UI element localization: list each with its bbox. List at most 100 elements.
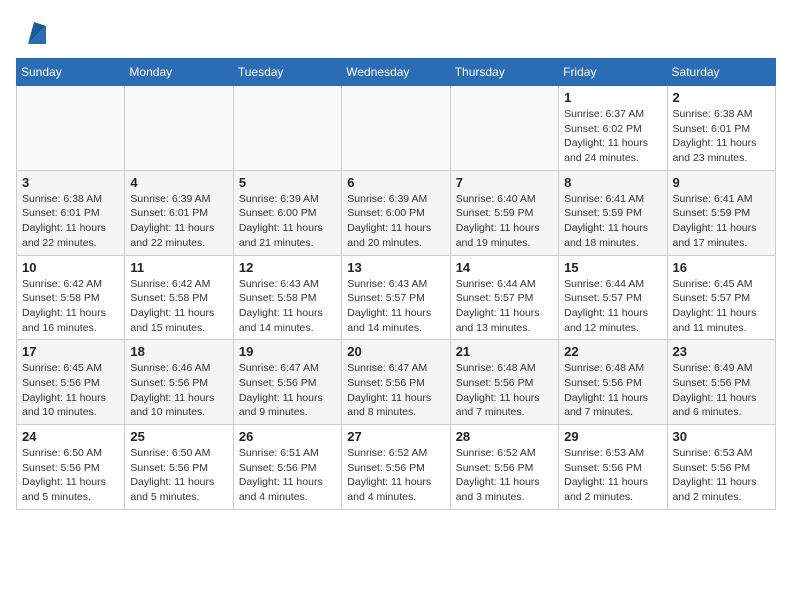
day-number: 12 (239, 260, 336, 275)
day-number: 6 (347, 175, 444, 190)
calendar-cell: 21 Sunrise: 6:48 AM Sunset: 5:56 PM Dayli… (450, 340, 558, 425)
day-info: Sunrise: 6:47 AM Sunset: 5:56 PM Dayligh… (239, 361, 336, 420)
calendar-cell: 13 Sunrise: 6:43 AM Sunset: 5:57 PM Dayli… (342, 255, 450, 340)
calendar-cell: 5 Sunrise: 6:39 AM Sunset: 6:00 PM Daylig… (233, 170, 341, 255)
calendar-week-row: 17 Sunrise: 6:45 AM Sunset: 5:56 PM Dayli… (17, 340, 776, 425)
calendar-table: SundayMondayTuesdayWednesdayThursdayFrid… (16, 58, 776, 510)
day-info: Sunrise: 6:44 AM Sunset: 5:57 PM Dayligh… (456, 277, 553, 336)
calendar-cell: 9 Sunrise: 6:41 AM Sunset: 5:59 PM Daylig… (667, 170, 775, 255)
day-number: 16 (673, 260, 770, 275)
logo-icon (18, 16, 50, 48)
day-number: 2 (673, 90, 770, 105)
day-info: Sunrise: 6:51 AM Sunset: 5:56 PM Dayligh… (239, 446, 336, 505)
day-number: 11 (130, 260, 227, 275)
calendar-cell: 28 Sunrise: 6:52 AM Sunset: 5:56 PM Dayli… (450, 425, 558, 510)
day-info: Sunrise: 6:50 AM Sunset: 5:56 PM Dayligh… (130, 446, 227, 505)
weekday-header-saturday: Saturday (667, 59, 775, 86)
calendar-cell: 7 Sunrise: 6:40 AM Sunset: 5:59 PM Daylig… (450, 170, 558, 255)
day-number: 1 (564, 90, 661, 105)
day-info: Sunrise: 6:38 AM Sunset: 6:01 PM Dayligh… (673, 107, 770, 166)
weekday-header-row: SundayMondayTuesdayWednesdayThursdayFrid… (17, 59, 776, 86)
day-number: 5 (239, 175, 336, 190)
calendar-cell: 8 Sunrise: 6:41 AM Sunset: 5:59 PM Daylig… (559, 170, 667, 255)
day-info: Sunrise: 6:53 AM Sunset: 5:56 PM Dayligh… (673, 446, 770, 505)
calendar-cell: 27 Sunrise: 6:52 AM Sunset: 5:56 PM Dayli… (342, 425, 450, 510)
calendar-cell: 23 Sunrise: 6:49 AM Sunset: 5:56 PM Dayli… (667, 340, 775, 425)
day-info: Sunrise: 6:48 AM Sunset: 5:56 PM Dayligh… (456, 361, 553, 420)
calendar-cell: 24Sunrise: 6:50 AM Sunset: 5:56 PM Dayli… (17, 425, 125, 510)
weekday-header-friday: Friday (559, 59, 667, 86)
day-number: 19 (239, 344, 336, 359)
calendar-cell: 22Sunrise: 6:48 AM Sunset: 5:56 PM Dayli… (559, 340, 667, 425)
calendar-cell: 20Sunrise: 6:47 AM Sunset: 5:56 PM Dayli… (342, 340, 450, 425)
calendar-cell: 17 Sunrise: 6:45 AM Sunset: 5:56 PM Dayli… (17, 340, 125, 425)
calendar-cell (450, 86, 558, 171)
day-number: 3 (22, 175, 119, 190)
day-info: Sunrise: 6:39 AM Sunset: 6:00 PM Dayligh… (239, 192, 336, 251)
calendar-cell: 18 Sunrise: 6:46 AM Sunset: 5:56 PM Dayli… (125, 340, 233, 425)
day-info: Sunrise: 6:45 AM Sunset: 5:57 PM Dayligh… (673, 277, 770, 336)
day-number: 9 (673, 175, 770, 190)
weekday-header-tuesday: Tuesday (233, 59, 341, 86)
calendar-cell (125, 86, 233, 171)
calendar-week-row: 3Sunrise: 6:38 AM Sunset: 6:01 PM Daylig… (17, 170, 776, 255)
day-info: Sunrise: 6:40 AM Sunset: 5:59 PM Dayligh… (456, 192, 553, 251)
day-number: 17 (22, 344, 119, 359)
day-info: Sunrise: 6:46 AM Sunset: 5:56 PM Dayligh… (130, 361, 227, 420)
day-number: 13 (347, 260, 444, 275)
calendar-cell: 25 Sunrise: 6:50 AM Sunset: 5:56 PM Dayli… (125, 425, 233, 510)
calendar-cell: 19 Sunrise: 6:47 AM Sunset: 5:56 PM Dayli… (233, 340, 341, 425)
day-number: 29 (564, 429, 661, 444)
day-info: Sunrise: 6:41 AM Sunset: 5:59 PM Dayligh… (564, 192, 661, 251)
calendar-cell (342, 86, 450, 171)
calendar-cell: 16 Sunrise: 6:45 AM Sunset: 5:57 PM Dayli… (667, 255, 775, 340)
day-info: Sunrise: 6:43 AM Sunset: 5:57 PM Dayligh… (347, 277, 444, 336)
weekday-header-monday: Monday (125, 59, 233, 86)
day-number: 27 (347, 429, 444, 444)
day-number: 30 (673, 429, 770, 444)
day-number: 25 (130, 429, 227, 444)
header (16, 16, 776, 48)
day-number: 23 (673, 344, 770, 359)
calendar-cell: 12 Sunrise: 6:43 AM Sunset: 5:58 PM Dayli… (233, 255, 341, 340)
calendar-week-row: 10 Sunrise: 6:42 AM Sunset: 5:58 PM Dayli… (17, 255, 776, 340)
day-info: Sunrise: 6:43 AM Sunset: 5:58 PM Dayligh… (239, 277, 336, 336)
logo (16, 16, 50, 48)
calendar-cell: 15Sunrise: 6:44 AM Sunset: 5:57 PM Dayli… (559, 255, 667, 340)
day-info: Sunrise: 6:41 AM Sunset: 5:59 PM Dayligh… (673, 192, 770, 251)
day-info: Sunrise: 6:39 AM Sunset: 6:00 PM Dayligh… (347, 192, 444, 251)
calendar-week-row: 1 Sunrise: 6:37 AM Sunset: 6:02 PM Daylig… (17, 86, 776, 171)
day-number: 4 (130, 175, 227, 190)
day-number: 21 (456, 344, 553, 359)
day-info: Sunrise: 6:37 AM Sunset: 6:02 PM Dayligh… (564, 107, 661, 166)
day-number: 24 (22, 429, 119, 444)
day-number: 28 (456, 429, 553, 444)
day-info: Sunrise: 6:52 AM Sunset: 5:56 PM Dayligh… (347, 446, 444, 505)
day-info: Sunrise: 6:52 AM Sunset: 5:56 PM Dayligh… (456, 446, 553, 505)
day-number: 14 (456, 260, 553, 275)
day-info: Sunrise: 6:42 AM Sunset: 5:58 PM Dayligh… (22, 277, 119, 336)
calendar-cell: 30 Sunrise: 6:53 AM Sunset: 5:56 PM Dayli… (667, 425, 775, 510)
day-number: 7 (456, 175, 553, 190)
calendar-cell (233, 86, 341, 171)
day-number: 10 (22, 260, 119, 275)
calendar-cell: 11 Sunrise: 6:42 AM Sunset: 5:58 PM Dayli… (125, 255, 233, 340)
day-info: Sunrise: 6:49 AM Sunset: 5:56 PM Dayligh… (673, 361, 770, 420)
calendar-cell: 1 Sunrise: 6:37 AM Sunset: 6:02 PM Daylig… (559, 86, 667, 171)
day-info: Sunrise: 6:39 AM Sunset: 6:01 PM Dayligh… (130, 192, 227, 251)
day-number: 8 (564, 175, 661, 190)
weekday-header-thursday: Thursday (450, 59, 558, 86)
calendar-week-row: 24 Sunrise: 6:50 AM Sunset: 5:56 PM Dayli… (17, 425, 776, 510)
calendar-cell (17, 86, 125, 171)
calendar-cell: 4 Sunrise: 6:39 AM Sunset: 6:01 PM Daylig… (125, 170, 233, 255)
day-number: 18 (130, 344, 227, 359)
day-number: 15 (564, 260, 661, 275)
weekday-header-wednesday: Wednesday (342, 59, 450, 86)
day-info: Sunrise: 6:45 AM Sunset: 5:56 PM Dayligh… (22, 361, 119, 420)
calendar-cell: 10 Sunrise: 6:42 AM Sunset: 5:58 PM Dayli… (17, 255, 125, 340)
calendar-cell: 6 Sunrise: 6:39 AM Sunset: 6:00 PM Daylig… (342, 170, 450, 255)
day-number: 26 (239, 429, 336, 444)
day-info: Sunrise: 6:48 AM Sunset: 5:56 PM Dayligh… (564, 361, 661, 420)
day-info: Sunrise: 6:42 AM Sunset: 5:58 PM Dayligh… (130, 277, 227, 336)
calendar-cell: 2 Sunrise: 6:38 AM Sunset: 6:01 PM Daylig… (667, 86, 775, 171)
